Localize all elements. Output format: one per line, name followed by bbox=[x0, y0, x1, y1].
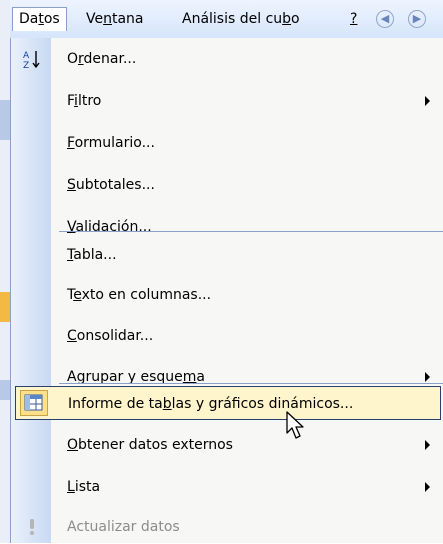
menu-item-label: Ordenar... bbox=[67, 51, 137, 67]
menu-analisis-del-cubo[interactable]: Análisis del cubo bbox=[176, 7, 306, 31]
menu-item-informe-tablas-dinamicas[interactable]: Informe de tablas y gráficos dinámicos..… bbox=[15, 386, 441, 420]
menu-item-lista[interactable]: Lista bbox=[11, 470, 443, 504]
menu-item-formulario[interactable]: Formulario... bbox=[11, 126, 443, 160]
menu-label: Da bbox=[19, 11, 39, 27]
sort-az-icon: A Z bbox=[23, 51, 40, 70]
menu-item-label: Obtener datos externos bbox=[67, 437, 233, 453]
menu-item-label: Lista bbox=[67, 479, 101, 495]
menu-item-label: Informe de tablas y gráficos dinámicos..… bbox=[68, 396, 354, 412]
submenu-arrow-icon bbox=[425, 482, 430, 492]
menu-item-actualizar-datos: Actualizar datos bbox=[11, 510, 443, 544]
menu-item-filtro[interactable]: Filtro bbox=[11, 84, 443, 118]
menu-item-label: Actualizar datos bbox=[67, 519, 180, 535]
menu-ventana[interactable]: Ventana bbox=[80, 7, 150, 31]
menu-item-subtotales[interactable]: Subtotales... bbox=[11, 168, 443, 202]
menu-separator bbox=[59, 231, 443, 232]
menu-item-ordenar[interactable]: A Z Ordenar... bbox=[11, 42, 443, 76]
menu-separator bbox=[59, 383, 443, 384]
svg-text:Z: Z bbox=[23, 61, 29, 70]
menu-label: tana bbox=[111, 11, 144, 27]
menu-bar: Datos Ventana Análisis del cubo ? ◀ ▶ bbox=[10, 0, 443, 39]
menu-label: os bbox=[43, 11, 60, 27]
menu-item-consolidar[interactable]: Consolidar... bbox=[11, 319, 443, 353]
sheet-edge bbox=[0, 0, 10, 543]
menu-item-label: Texto en columnas... bbox=[67, 287, 212, 303]
forward-circle-icon[interactable]: ▶ bbox=[408, 10, 426, 28]
mouse-pointer-icon bbox=[286, 411, 304, 439]
submenu-arrow-icon bbox=[425, 96, 430, 106]
menu-label-mnemonic: b bbox=[282, 11, 292, 27]
menu-item-label: Subtotales... bbox=[67, 177, 155, 193]
menu-label: Ve bbox=[86, 11, 104, 27]
sheet-edge-segment bbox=[0, 100, 10, 140]
pivot-table-icon bbox=[24, 394, 43, 411]
sheet-edge-segment bbox=[0, 292, 10, 322]
submenu-arrow-icon bbox=[425, 372, 430, 382]
menu-label: Análisis del cu bbox=[182, 11, 283, 27]
sheet-edge-segment bbox=[0, 380, 10, 400]
menu-label-mnemonic: ? bbox=[350, 11, 358, 27]
menu-label: o bbox=[291, 11, 300, 27]
datos-dropdown-menu: A Z Ordenar... Filtro Formulario... Subt… bbox=[10, 38, 443, 543]
refresh-exclamation-icon bbox=[30, 519, 34, 535]
menu-item-obtener-datos-externos[interactable]: Obtener datos externos bbox=[11, 428, 443, 462]
menu-item-label: Filtro bbox=[67, 93, 102, 109]
menu-datos[interactable]: Datos bbox=[12, 7, 67, 31]
menu-label-mnemonic: n bbox=[103, 11, 112, 27]
menu-item-label: Formulario... bbox=[67, 135, 155, 151]
back-circle-icon[interactable]: ◀ bbox=[376, 10, 394, 28]
menu-help[interactable]: ? bbox=[344, 7, 363, 31]
svg-text:A: A bbox=[23, 51, 30, 61]
menu-item-texto-en-columnas[interactable]: Texto en columnas... bbox=[11, 278, 443, 312]
submenu-arrow-icon bbox=[425, 440, 430, 450]
menu-item-tabla[interactable]: Tabla... bbox=[11, 238, 443, 272]
menu-item-label: Consolidar... bbox=[67, 328, 154, 344]
menu-item-label: Tabla... bbox=[67, 247, 117, 263]
